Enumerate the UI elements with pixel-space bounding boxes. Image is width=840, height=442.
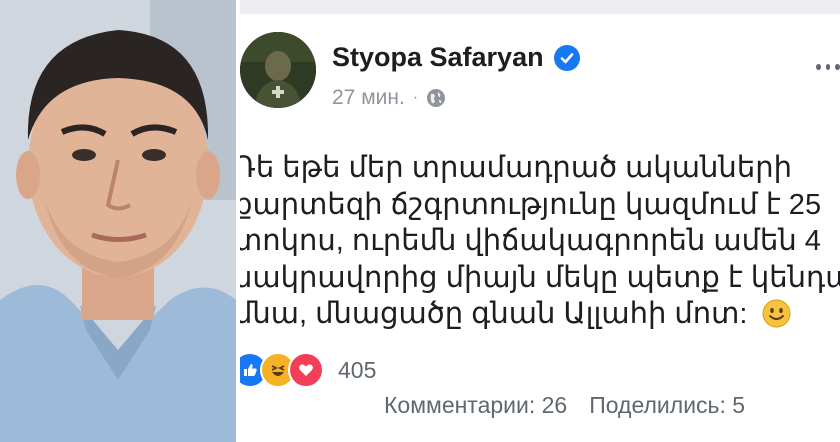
comments-count[interactable]: Комментарии: 26 <box>384 392 567 419</box>
portrait-image <box>0 0 236 442</box>
author-name[interactable]: Styopa Safaryan <box>332 42 544 73</box>
post-time[interactable]: 27 мин. <box>332 86 405 110</box>
facebook-post: Styopa Safaryan 27 мин. · Դե եթե մեր տրա… <box>240 0 840 442</box>
globe-icon <box>426 88 446 108</box>
verified-check-icon <box>553 44 580 71</box>
post-text-line: քարտեզի ճշգրտությունը կազմում է 25 <box>240 188 822 221</box>
post-text-line: Դե եթե մեր տրամադրած ականների <box>240 152 792 184</box>
post-text-line: տոկոս, ուրեմն վիճակագրորեն ամեն 4 <box>240 225 821 257</box>
reactions-summary[interactable]: 405 <box>240 352 376 388</box>
person-photo <box>0 0 236 442</box>
shares-count[interactable]: Поделились: 5 <box>589 392 745 419</box>
love-icon <box>288 352 324 388</box>
meta-separator: · <box>412 89 419 106</box>
more-options-icon[interactable] <box>816 64 840 76</box>
post-text-line: սակրավորից միայն մեկը պետք է կենդանի <box>240 261 840 294</box>
post-text: Դե եթե մեր տրամադրած ականների քարտեզի ճշ… <box>240 150 840 333</box>
post-top-bar <box>240 0 840 14</box>
author-avatar[interactable] <box>240 32 316 108</box>
post-text-line-last: մնա, մնացածը գնան Ալլահի մոտ: <box>240 296 840 333</box>
smile-emoji-icon <box>762 299 791 328</box>
post-text-line: մնա, մնացածը գնան Ալլահի մոտ: <box>240 298 748 330</box>
post-stats: Комментарии: 26 Поделились: 5 <box>384 392 745 419</box>
post-meta: 27 мин. · <box>332 86 446 110</box>
author-name-row: Styopa Safaryan <box>332 42 580 73</box>
reaction-count: 405 <box>338 356 377 383</box>
